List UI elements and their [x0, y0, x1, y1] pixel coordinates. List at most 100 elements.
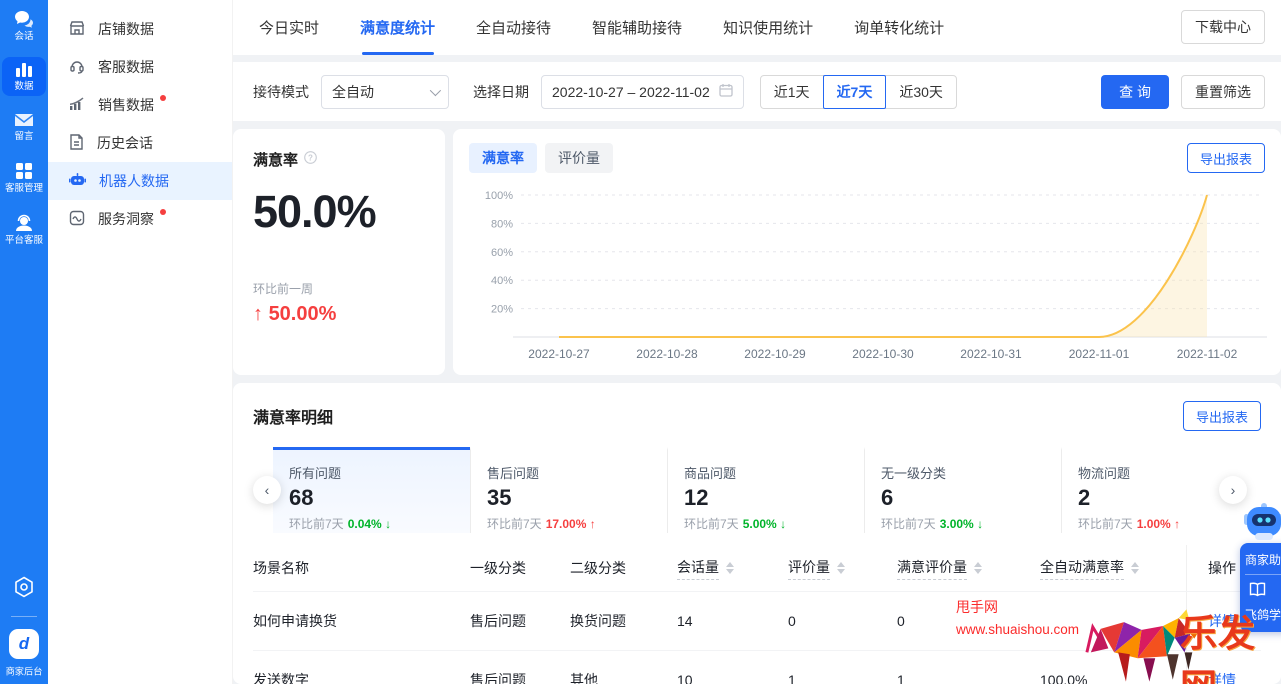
svg-text:2022-11-02: 2022-11-02 — [1177, 347, 1238, 361]
col-header-scene: 场景名称 — [253, 558, 470, 578]
sidebar-item-label: 销售数据 — [98, 95, 154, 115]
tab-smart-assist-reception[interactable]: 智能辅助接待 — [592, 0, 682, 55]
sidebar-item-sales-data[interactable]: 销售数据 — [48, 86, 232, 124]
date-label: 选择日期 — [473, 82, 529, 102]
sort-icon — [974, 562, 982, 574]
sidebar-item-history[interactable]: 历史会话 — [48, 124, 232, 162]
category-card-aftersale[interactable]: 售后问题 35 环比前7天17.00% ↑ — [470, 447, 667, 533]
chevron-down-icon — [430, 84, 441, 95]
arrow-up-icon: ↑ — [590, 517, 596, 531]
sidebar-item-service-insight[interactable]: 服务洞察 — [48, 200, 232, 238]
range-30d-button[interactable]: 近30天 — [885, 75, 957, 109]
assistant-label[interactable]: 商家助手 — [1240, 548, 1281, 571]
watermark-shuaishou: 甩手网 www.shuaishou.com — [956, 600, 1079, 637]
sidebar-item-label: 店铺数据 — [98, 19, 154, 39]
tab-satisfaction-stats[interactable]: 满意度统计 — [360, 0, 435, 55]
nav-rail: 会话 数据 留言 客服管理 平台客服 — [0, 0, 48, 684]
col-header-level1: 一级分类 — [470, 558, 570, 578]
document-icon — [69, 134, 84, 153]
svg-text:100%: 100% — [485, 190, 513, 202]
merchant-console-label: 商家后台 — [6, 664, 43, 678]
trend-chart-icon — [69, 96, 85, 115]
col-header-satisfied[interactable]: 满意评价量 — [897, 557, 1040, 580]
agent-headset-icon — [14, 214, 34, 232]
rail-item-label: 留言 — [15, 131, 34, 141]
top-tabbar: 今日实时 满意度统计 全自动接待 智能辅助接待 知识使用统计 询单转化统计 下载… — [233, 0, 1281, 55]
chat-icon — [14, 10, 34, 28]
chart-metric-tabs: 满意率 评价量 — [469, 143, 1265, 173]
strip-prev-button[interactable]: ‹ — [253, 476, 281, 504]
export-detail-report-button[interactable]: 导出报表 — [1183, 401, 1261, 431]
svg-text:80%: 80% — [491, 218, 513, 230]
chart-tab-rating-volume[interactable]: 评价量 — [545, 143, 613, 173]
svg-text:20%: 20% — [491, 304, 513, 316]
arrow-down-icon: ↓ — [977, 517, 983, 531]
range-1d-button[interactable]: 近1天 — [760, 75, 824, 109]
sort-icon — [837, 562, 845, 574]
tab-today-realtime[interactable]: 今日实时 — [259, 0, 319, 55]
rail-item-label: 会话 — [15, 31, 34, 41]
chevron-right-icon: › — [1231, 482, 1236, 498]
col-header-auto-rate[interactable]: 全自动满意率 — [1040, 557, 1186, 580]
rail-item-label: 平台客服 — [5, 235, 43, 245]
main-area: 今日实时 满意度统计 全自动接待 智能辅助接待 知识使用统计 询单转化统计 下载… — [233, 0, 1281, 684]
rail-item-messages[interactable]: 留言 — [2, 107, 46, 146]
rail-item-chat[interactable]: 会话 — [2, 5, 46, 46]
app-window: 会话 数据 留言 客服管理 平台客服 — [0, 0, 1281, 684]
download-center-button[interactable]: 下载中心 — [1181, 10, 1265, 44]
kpi-title: 满意率 — [253, 149, 298, 170]
tab-full-auto-reception[interactable]: 全自动接待 — [476, 0, 551, 55]
category-card-product[interactable]: 商品问题 12 环比前7天5.00% ↓ — [667, 447, 864, 533]
arrow-up-icon: ↑ — [253, 303, 263, 325]
rail-item-platform-service[interactable]: 平台客服 — [2, 209, 46, 250]
category-strip: ‹ 所有问题 68 环比前7天0.04% ↓ 售后问题 35 环比前7天17.0… — [253, 447, 1261, 533]
arrow-down-icon: ↓ — [385, 517, 391, 531]
satisfaction-chart-card: 满意率 评价量 导出报表 20%40%60%80%100%2022-10-272… — [453, 129, 1281, 375]
arrow-up-icon: ↑ — [1174, 517, 1180, 531]
help-icon[interactable]: ? — [304, 151, 317, 168]
export-report-button[interactable]: 导出报表 — [1187, 143, 1265, 173]
search-button[interactable]: 查 询 — [1101, 75, 1169, 109]
sidebar-item-agent-data[interactable]: 客服数据 — [48, 48, 232, 86]
sidebar-item-shop-data[interactable]: 店铺数据 — [48, 10, 232, 48]
merchant-console-logo[interactable]: d — [9, 629, 39, 659]
svg-text:2022-10-31: 2022-10-31 — [960, 347, 1022, 361]
watermark-lefa: 乐发网 www.6pf.cn — [1180, 603, 1281, 684]
range-7d-button[interactable]: 近7天 — [823, 75, 887, 109]
sidebar-item-robot-data[interactable]: 机器人数据 — [48, 162, 232, 200]
sort-icon — [1131, 562, 1139, 574]
robot-icon — [69, 172, 86, 190]
date-range-input[interactable]: 2022-10-27 – 2022-11-02 — [541, 75, 744, 109]
col-header-sessions[interactable]: 会话量 — [677, 557, 788, 580]
notification-dot — [160, 95, 166, 101]
data-sidebar: 店铺数据 客服数据 销售数据 历史会话 机器人数据 服务洞察 — [48, 0, 233, 684]
svg-text:2022-10-29: 2022-10-29 — [744, 347, 806, 361]
col-header-ratings[interactable]: 评价量 — [788, 557, 897, 580]
reception-mode-select[interactable]: 全自动 — [321, 75, 449, 109]
gear-icon[interactable] — [12, 575, 36, 604]
satisfaction-chart-svg: 20%40%60%80%100%2022-10-272022-10-282022… — [455, 181, 1281, 366]
svg-text:2022-10-30: 2022-10-30 — [852, 347, 914, 361]
chart-tab-satisfaction[interactable]: 满意率 — [469, 143, 537, 173]
rail-item-service-mgmt[interactable]: 客服管理 — [2, 157, 46, 198]
calendar-icon — [719, 83, 733, 100]
divider — [11, 616, 37, 617]
category-card-uncategorized[interactable]: 无一级分类 6 环比前7天3.00% ↓ — [864, 447, 1061, 533]
sidebar-item-label: 机器人数据 — [99, 171, 169, 191]
reception-mode-label: 接待模式 — [253, 82, 309, 102]
filter-bar: 接待模式 全自动 选择日期 2022-10-27 – 2022-11-02 近1… — [233, 62, 1281, 121]
sidebar-item-label: 历史会话 — [97, 133, 153, 153]
tab-inquiry-conversion[interactable]: 询单转化统计 — [854, 0, 944, 55]
reset-filters-button[interactable]: 重置筛选 — [1181, 75, 1265, 109]
svg-text:2022-10-27: 2022-10-27 — [528, 347, 590, 361]
insight-wave-icon — [69, 210, 85, 229]
rail-bottom: d 商家后台 — [0, 575, 48, 678]
tab-knowledge-usage[interactable]: 知识使用统计 — [723, 0, 813, 55]
chevron-left-icon: ‹ — [265, 482, 270, 498]
grid-icon — [15, 162, 33, 180]
category-card-all[interactable]: 所有问题 68 环比前7天0.04% ↓ — [273, 447, 470, 533]
rail-item-label: 客服管理 — [5, 183, 43, 193]
rail-item-data[interactable]: 数据 — [2, 57, 46, 96]
sidebar-item-label: 客服数据 — [98, 57, 154, 77]
satisfaction-trend-chart: 20%40%60%80%100%2022-10-272022-10-282022… — [455, 181, 1281, 375]
